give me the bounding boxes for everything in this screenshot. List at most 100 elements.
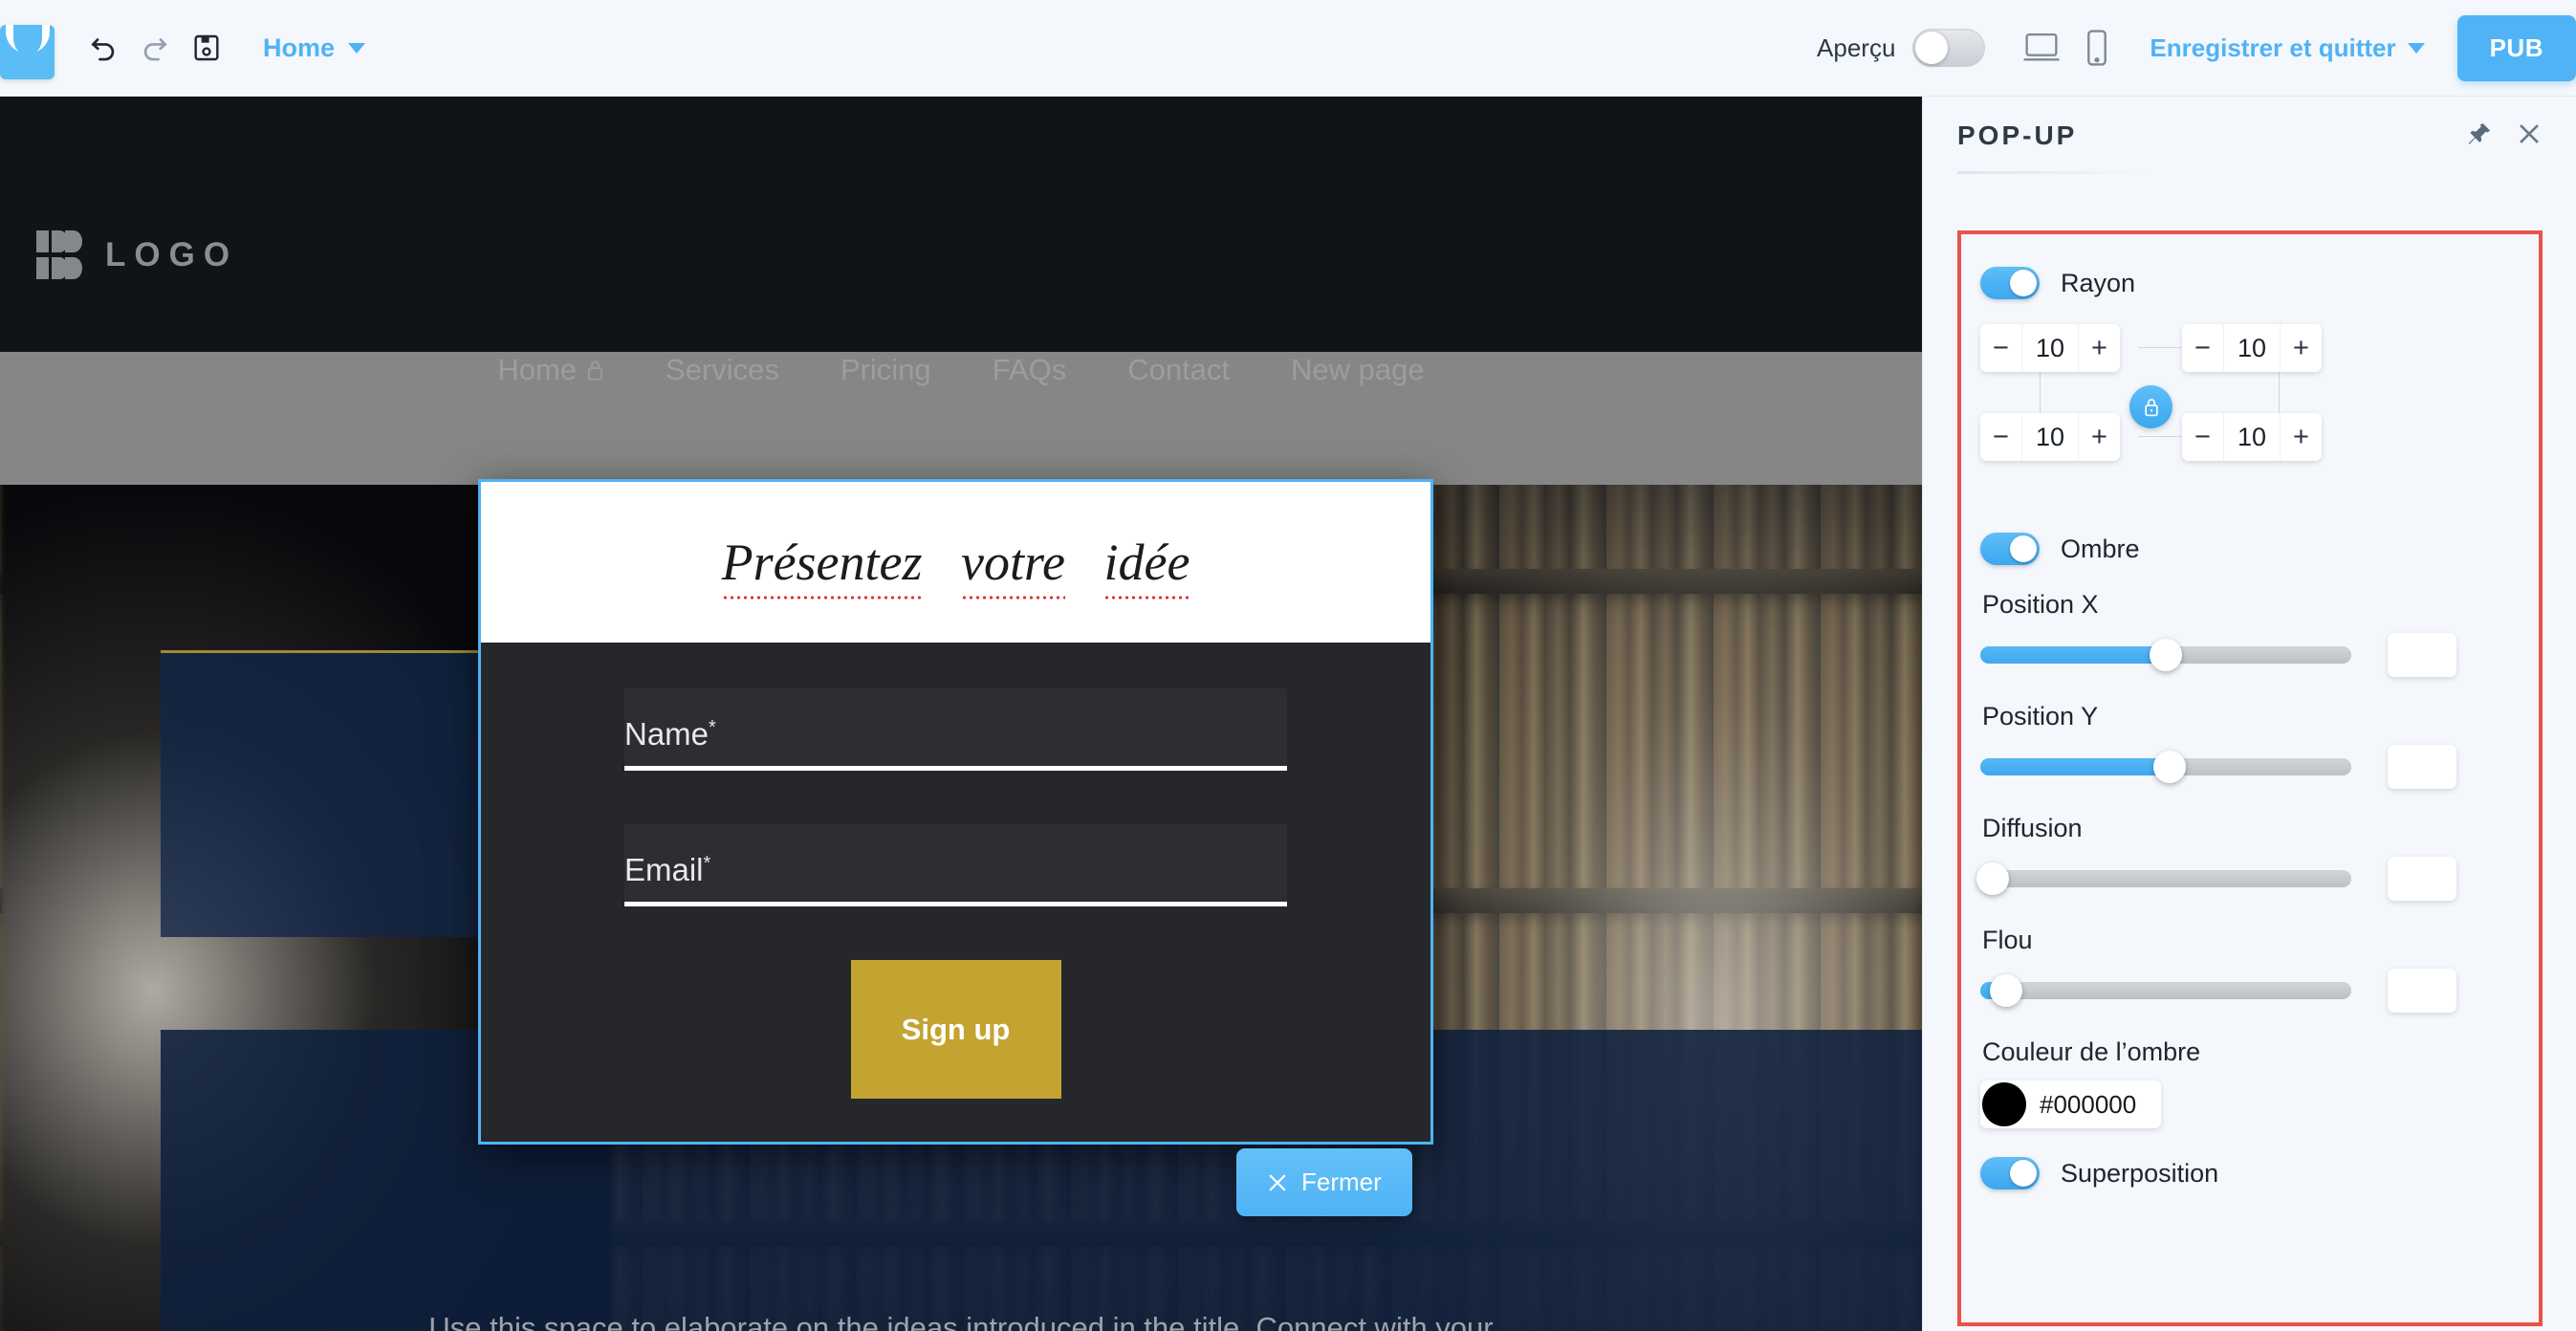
lock-linked-icon[interactable] [2129, 385, 2172, 428]
nav-item-pricing[interactable]: Pricing [810, 353, 962, 387]
shadow-toggle[interactable] [1980, 533, 2040, 565]
flou-value[interactable] [2388, 969, 2456, 1013]
chevron-down-icon [348, 42, 366, 54]
overlay-toggle[interactable] [1980, 1157, 2040, 1189]
app-logo-icon[interactable] [0, 24, 55, 79]
flou-slider[interactable] [1980, 974, 2351, 1007]
grid-line [2138, 436, 2182, 437]
diffusion-slider[interactable] [1976, 862, 2351, 895]
corner-value-top-left[interactable]: 10 [2021, 324, 2079, 372]
save-and-quit-label: Enregistrer et quitter [2150, 33, 2396, 62]
site-header[interactable]: LOGO [0, 97, 1922, 352]
panel-title: POP-UP [1957, 120, 2078, 150]
corner-value-bottom-right[interactable]: 10 [2223, 413, 2281, 461]
grid-line [2138, 347, 2182, 348]
email-field[interactable]: Email* [624, 824, 1287, 906]
shadow-color-row: #000000 [1980, 1080, 2520, 1128]
increment-button[interactable]: + [2079, 324, 2120, 372]
position-x-label: Position X [1982, 590, 2099, 619]
nav-item-new-page[interactable]: New page [1260, 353, 1455, 387]
editor-root: Home Aperçu Enregistrer et quitter PUB U… [0, 0, 2576, 1331]
slider-fill [1980, 646, 2166, 664]
diffusion-value[interactable] [2388, 857, 2456, 901]
toggle-knob [2010, 535, 2037, 562]
name-field-text: Name [624, 716, 709, 752]
panel-header-actions [2467, 121, 2542, 151]
preview-toggle[interactable] [1912, 29, 1986, 67]
undo-icon[interactable] [77, 22, 129, 74]
popup-title[interactable]: Présentez votre idée [722, 533, 1190, 592]
name-field-label: Name* [624, 716, 716, 753]
corner-stepper-top-right: − 10 + [2182, 324, 2322, 372]
close-popup-button[interactable]: Fermer [1236, 1148, 1412, 1216]
shadow-color-label: Couleur de l’ombre [1982, 1037, 2201, 1066]
page-selector[interactable]: Home [263, 33, 366, 63]
position-y-value[interactable] [2388, 745, 2456, 789]
popup-header: Présentez votre idée [481, 482, 1430, 643]
nav-item-services[interactable]: Services [635, 353, 810, 387]
panel-header: POP-UP [1923, 97, 2576, 175]
slider-thumb[interactable] [1990, 974, 2023, 1007]
decrement-button[interactable]: − [2182, 324, 2223, 372]
preview-label: Aperçu [1817, 33, 1896, 62]
toggle-knob [1915, 32, 1949, 64]
site-canvas[interactable]: Add your title Use this space to elabora… [0, 97, 1922, 1331]
nav-item-label: Home [497, 353, 578, 386]
corner-value-bottom-left[interactable]: 10 [2021, 413, 2079, 461]
nav-item-contact[interactable]: Contact [1097, 353, 1260, 387]
desktop-monitor-icon[interactable] [2014, 22, 2069, 74]
decrement-button[interactable]: − [1980, 324, 2021, 372]
nav-item-faqs[interactable]: FAQs [962, 353, 1098, 387]
radius-toggle[interactable] [1980, 267, 2040, 299]
toggle-knob [2010, 270, 2037, 296]
decrement-button[interactable]: − [1980, 413, 2021, 461]
popup-title-word: votre [961, 534, 1065, 591]
diffusion-label: Diffusion [1982, 814, 2083, 842]
decrement-button[interactable]: − [2182, 413, 2223, 461]
shadow-toggle-label: Ombre [2061, 534, 2140, 563]
color-swatch[interactable] [1982, 1082, 2026, 1126]
popup-form: Name* Email* Sign up [481, 643, 1430, 1099]
close-icon[interactable] [2517, 121, 2542, 151]
close-x-icon [1269, 1173, 1286, 1191]
diffusion-slider-row [1976, 857, 2520, 901]
position-x-slider-row [1980, 633, 2520, 677]
properties-panel: POP-UP Rayon − 10 + − 10 + − 10 + − 10 +… [1922, 97, 2576, 1331]
corner-radius-grid: − 10 + − 10 + − 10 + − 10 + [1980, 324, 2520, 508]
mobile-phone-icon[interactable] [2069, 22, 2125, 74]
popup-modal[interactable]: Présentez votre idée Name* Email* Sign u… [478, 479, 1433, 1145]
position-x-value[interactable] [2388, 633, 2456, 677]
position-y-slider[interactable] [1980, 751, 2351, 783]
save-and-quit-button[interactable]: Enregistrer et quitter [2150, 33, 2425, 63]
editor-toolbar: Home Aperçu Enregistrer et quitter PUB [0, 0, 2576, 97]
slider-thumb[interactable] [1976, 862, 2009, 895]
pin-icon[interactable] [2467, 121, 2492, 151]
increment-button[interactable]: + [2281, 324, 2322, 372]
position-x-slider[interactable] [1980, 639, 2351, 671]
name-field[interactable]: Name* [624, 688, 1287, 771]
shadow-color-input[interactable]: #000000 [1980, 1080, 2162, 1128]
corner-stepper-bottom-right: − 10 + [2182, 413, 2322, 461]
email-field-label: Email* [624, 852, 710, 888]
slider-thumb[interactable] [2152, 751, 2186, 783]
redo-icon[interactable] [129, 22, 181, 74]
site-logo[interactable]: LOGO [36, 230, 238, 280]
site-nav: Home Services Pricing FAQs Contact New p… [0, 353, 1922, 387]
radius-toggle-label: Rayon [2061, 268, 2136, 297]
publish-button[interactable]: PUB [2456, 14, 2576, 81]
slider-thumb[interactable] [2150, 639, 2182, 671]
page-selector-label: Home [263, 33, 336, 62]
corner-value-top-right[interactable]: 10 [2223, 324, 2281, 372]
nav-item-home[interactable]: Home [467, 353, 635, 387]
flou-slider-row [1980, 969, 2520, 1013]
shadow-color-hex[interactable]: #000000 [2040, 1090, 2136, 1120]
save-disk-icon[interactable] [181, 22, 232, 74]
lock-icon [588, 360, 602, 381]
corner-stepper-bottom-left: − 10 + [1980, 413, 2120, 461]
increment-button[interactable]: + [2079, 413, 2120, 461]
signup-button[interactable]: Sign up [850, 960, 1061, 1099]
site-logo-text: LOGO [105, 236, 239, 273]
increment-button[interactable]: + [2281, 413, 2322, 461]
panel-content-highlight: Rayon − 10 + − 10 + − 10 + − 10 + Ombre … [1957, 230, 2543, 1326]
panel-divider [1957, 171, 2149, 174]
